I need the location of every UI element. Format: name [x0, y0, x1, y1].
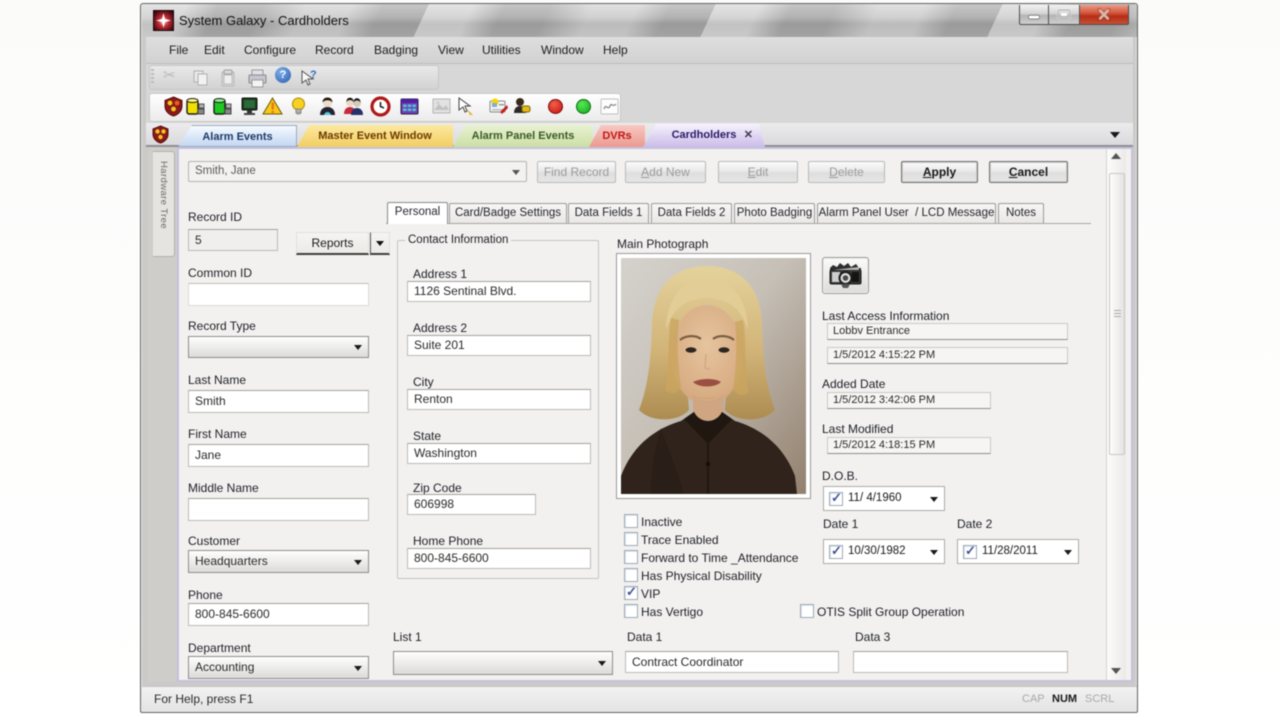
svg-text:?: ?	[310, 69, 317, 81]
